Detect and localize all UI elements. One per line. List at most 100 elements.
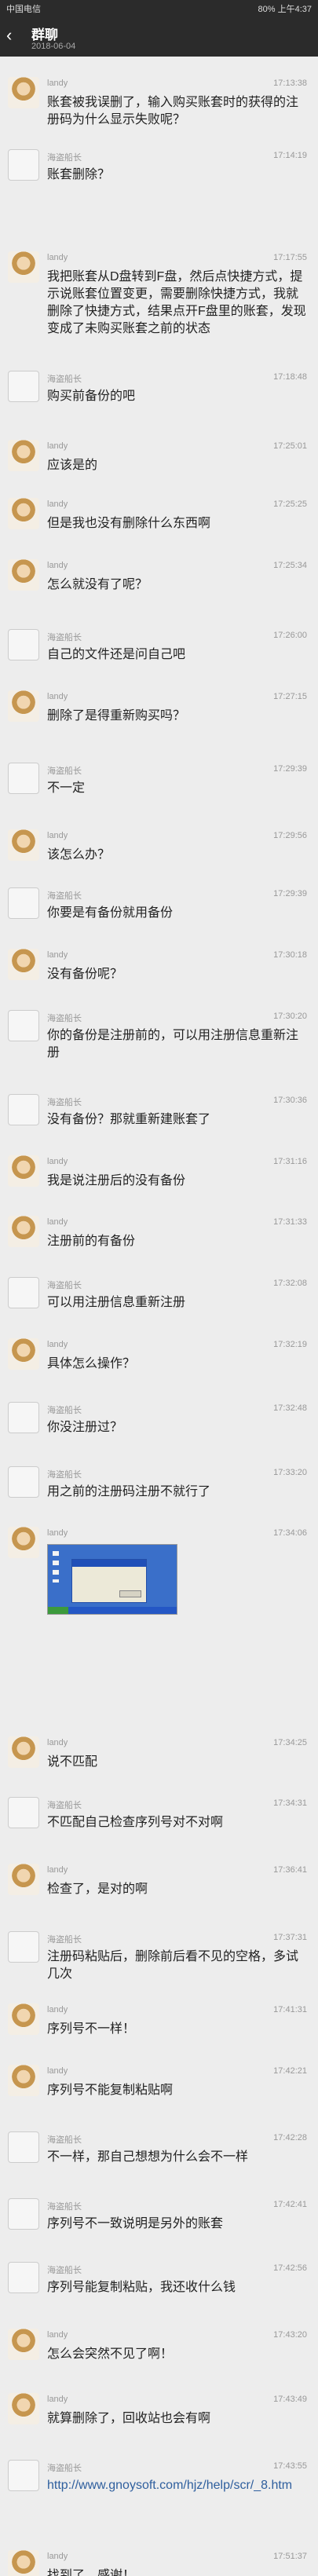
message-text: 不一定 xyxy=(47,781,86,796)
avatar[interactable] xyxy=(8,76,39,108)
message-text: 说不匹配 xyxy=(47,1755,98,1769)
message-text: 找到了，感谢！ xyxy=(47,2568,136,2576)
avatar[interactable] xyxy=(8,2131,39,2163)
avatar[interactable] xyxy=(8,2392,39,2424)
sender-name: landy xyxy=(47,691,68,701)
sender-name: landy xyxy=(47,2394,68,2404)
avatar[interactable] xyxy=(8,2003,39,2035)
avatar[interactable] xyxy=(8,1864,39,1896)
avatar[interactable] xyxy=(8,763,39,795)
sender-name: 海盗船长 xyxy=(47,1013,82,1023)
message-time: 17:30:20 xyxy=(273,1011,307,1021)
message-time: 17:26:00 xyxy=(273,630,307,640)
back-arrow-icon[interactable]: ‹ xyxy=(6,27,25,46)
message-time: 17:25:01 xyxy=(273,441,307,452)
sender-name: 海盗船长 xyxy=(47,891,82,902)
avatar[interactable] xyxy=(8,1465,39,1498)
message-text: 账套删除？ xyxy=(47,168,111,182)
avatar[interactable] xyxy=(8,1402,39,1434)
avatar[interactable] xyxy=(8,1337,39,1370)
message-text: 用之前的注册码注册不就行了 xyxy=(47,1484,211,1498)
sender-name: landy xyxy=(47,1737,68,1747)
message-time: 17:31:16 xyxy=(273,1156,307,1166)
message-text: 没有备份？那就重新建账套了 xyxy=(47,1112,211,1126)
sender-name: 海盗船长 xyxy=(47,1469,82,1480)
avatar[interactable] xyxy=(8,948,39,980)
chat-header: ‹ 群聊 2018-06-04 xyxy=(0,17,318,57)
message-list[interactable]: landy 17:13:38 账套被我误删了，输入购买账套时的获得的注册码为什么显示… xyxy=(0,57,318,2576)
message-link[interactable]: http://www.gnoysoft.com/hjz/help/scr/_8.… xyxy=(47,2477,306,2494)
avatar[interactable] xyxy=(8,1797,39,1829)
message-time: 17:29:39 xyxy=(273,889,307,899)
message-text: 你没注册过？ xyxy=(47,1421,123,1435)
avatar[interactable] xyxy=(8,1930,39,1963)
avatar[interactable] xyxy=(8,1277,39,1308)
message-time: 17:34:06 xyxy=(273,1528,307,1539)
avatar[interactable] xyxy=(8,2549,39,2576)
message-text: 购买前备份的吧 xyxy=(47,389,136,403)
avatar[interactable] xyxy=(8,829,39,862)
avatar[interactable] xyxy=(8,1009,39,1041)
message-time: 17:14:19 xyxy=(273,151,307,161)
sender-name: landy xyxy=(47,2005,68,2014)
message-time: 17:13:38 xyxy=(273,78,307,88)
message-time: 17:18:48 xyxy=(273,371,307,382)
sender-name: landy xyxy=(47,1865,68,1875)
message-text: 该怎么办？ xyxy=(47,848,111,862)
message-time: 17:32:19 xyxy=(273,1339,307,1349)
avatar[interactable] xyxy=(8,251,39,283)
sender-name: landy xyxy=(47,2066,68,2076)
sender-name: landy xyxy=(47,2551,68,2561)
avatar[interactable] xyxy=(8,149,39,181)
avatar[interactable] xyxy=(8,690,39,722)
avatar[interactable] xyxy=(8,1154,39,1187)
message-time: 17:25:25 xyxy=(273,499,307,510)
avatar[interactable] xyxy=(8,440,39,472)
avatar[interactable] xyxy=(8,1736,39,1768)
message-text: 注册码粘贴后，删除前后看不见的空格，多试几次 xyxy=(47,1949,299,1981)
avatar[interactable] xyxy=(8,628,39,660)
message-time: 17:42:21 xyxy=(273,2066,307,2076)
avatar[interactable] xyxy=(8,2197,39,2230)
message-text: 序列号不能复制粘贴啊 xyxy=(47,2083,174,2097)
message-text: 就算删除了，回收站也会有啊 xyxy=(47,2411,211,2425)
avatar[interactable] xyxy=(8,2064,39,2096)
sender-name: 海盗船长 xyxy=(47,1406,82,1416)
message-text: 不匹配自己检查序列号对不对啊 xyxy=(47,1816,224,1830)
message-time: 17:25:34 xyxy=(273,561,307,571)
avatar[interactable] xyxy=(8,498,39,530)
sender-name: 海盗船长 xyxy=(47,2266,82,2276)
message-text: 删除了是得重新购买吗？ xyxy=(47,708,186,723)
avatar[interactable] xyxy=(8,1093,39,1125)
avatar[interactable] xyxy=(8,370,39,402)
message-time: 17:42:41 xyxy=(273,2199,307,2209)
avatar[interactable] xyxy=(8,1527,39,1559)
message-time: 17:42:56 xyxy=(273,2263,307,2274)
message-text: 注册前的有备份 xyxy=(47,1235,136,1249)
avatar[interactable] xyxy=(8,2329,39,2361)
message-time: 17:43:55 xyxy=(273,2461,307,2471)
message-text: 检查了，是对的啊 xyxy=(47,1883,148,1897)
sender-name: 海盗船长 xyxy=(47,1934,82,1945)
sender-name: 海盗船长 xyxy=(47,1801,82,1811)
message-text: 具体怎么操作？ xyxy=(47,1356,136,1370)
message-text: 没有备份呢？ xyxy=(47,967,123,981)
sender-name: 海盗船长 xyxy=(47,2135,82,2145)
message-text: 怎么就没有了呢？ xyxy=(47,578,148,592)
avatar[interactable] xyxy=(8,1216,39,1248)
chat-title: 群聊 xyxy=(31,27,58,42)
avatar[interactable] xyxy=(8,2262,39,2294)
message-text: 不一样，那自己想想为什么会不一样 xyxy=(47,2150,249,2164)
message-text: 可以用注册信息重新注册 xyxy=(47,1296,186,1309)
message-text: 序列号不一致说明是另外的账套 xyxy=(47,2216,224,2230)
sender-name: 海盗船长 xyxy=(47,1281,82,1290)
avatar[interactable] xyxy=(8,559,39,591)
avatar[interactable] xyxy=(8,887,39,920)
sender-name: landy xyxy=(47,441,68,452)
avatar[interactable] xyxy=(8,2459,39,2491)
status-right: 80% 上午4:37 xyxy=(258,5,312,14)
message-time: 17:43:20 xyxy=(273,2330,307,2340)
message-time: 17:43:49 xyxy=(273,2394,307,2404)
image-thumbnail[interactable] xyxy=(47,1544,177,1615)
message-text: 自己的文件还是问自己吧 xyxy=(47,647,186,661)
